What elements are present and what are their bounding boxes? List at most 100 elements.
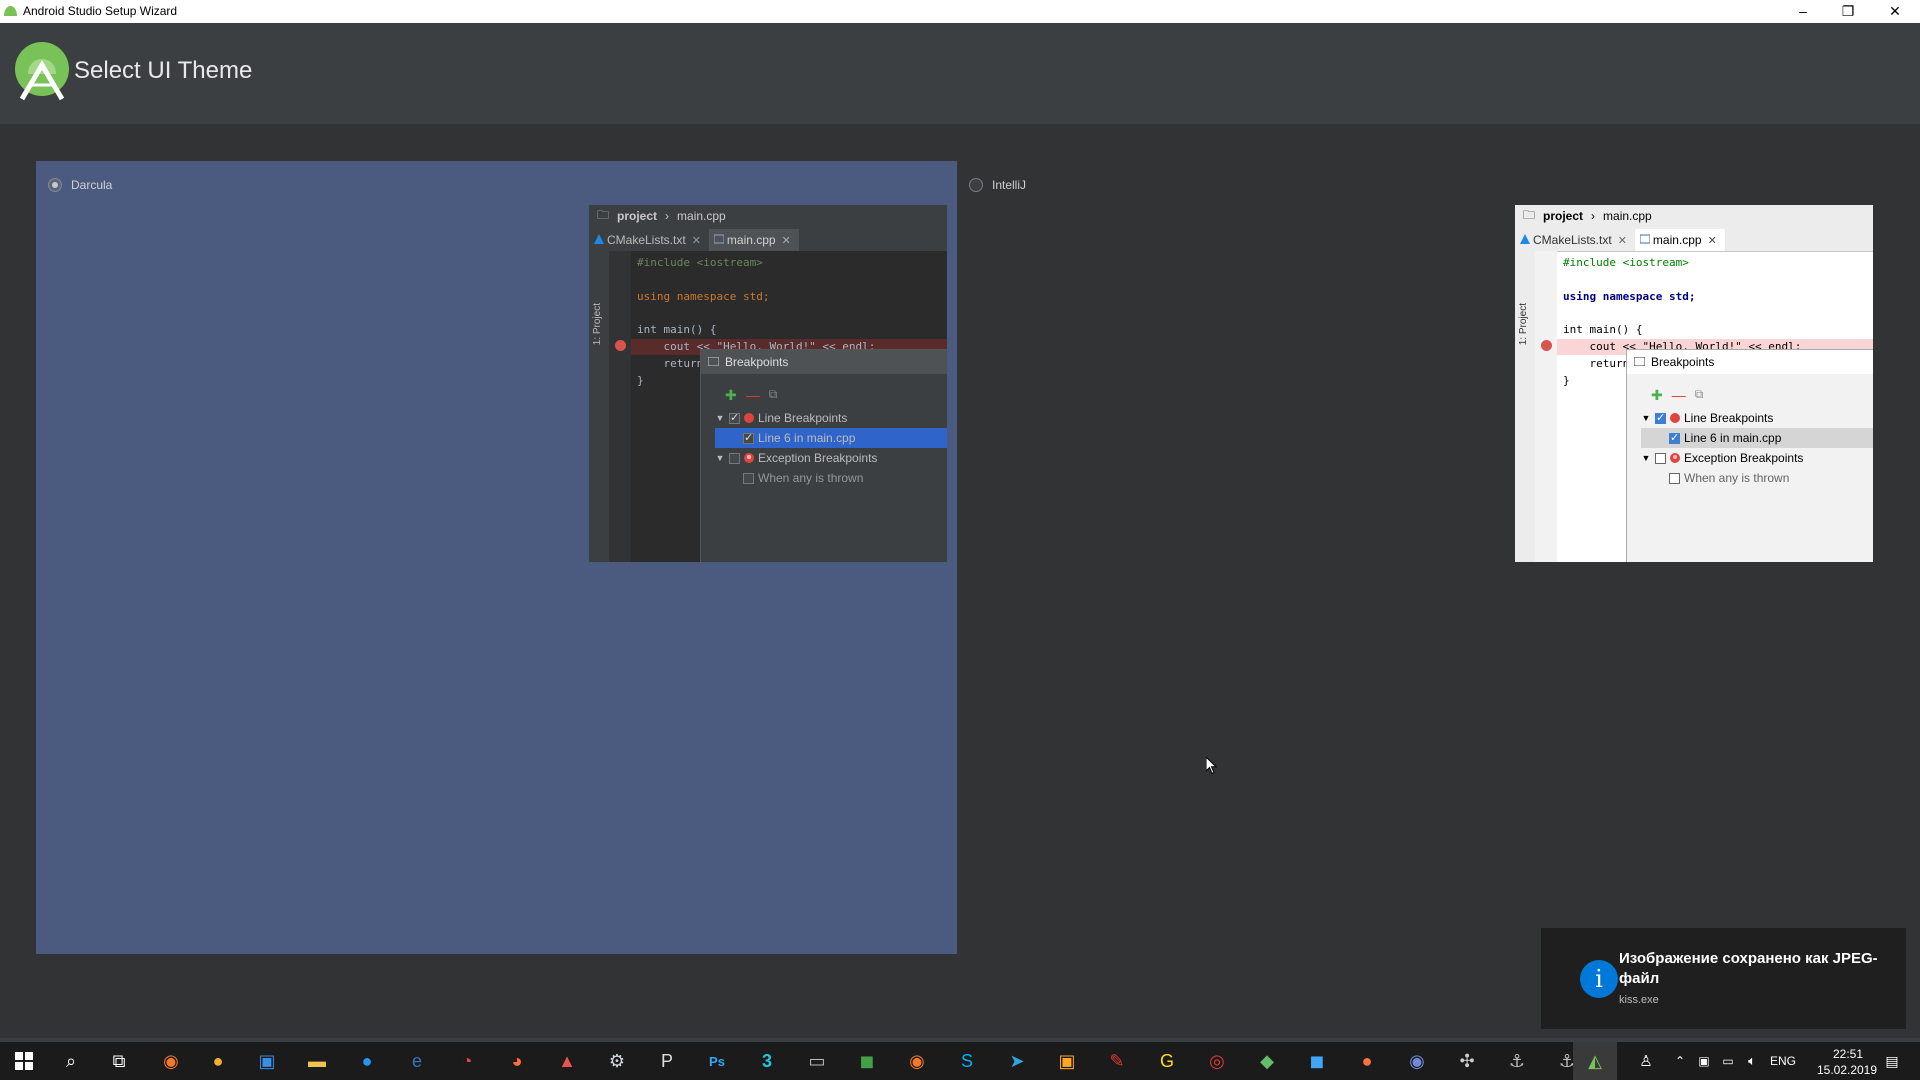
edge-icon[interactable]: e: [403, 1048, 431, 1074]
breakpoint-icon: [1541, 340, 1552, 351]
input-language-indicator[interactable]: ENG: [1770, 1054, 1796, 1068]
nav-separator: ›: [1591, 209, 1596, 223]
app-blue-square-icon[interactable]: ◼: [1303, 1048, 1331, 1074]
telegram-icon[interactable]: ➤: [1003, 1048, 1031, 1074]
search-icon[interactable]: ⌕: [57, 1048, 85, 1074]
blender-icon[interactable]: ◉: [157, 1048, 185, 1074]
android-studio-taskbar-icon[interactable]: ◭: [1573, 1042, 1617, 1080]
tab-main-cpp: main.cpp ✕: [1634, 229, 1725, 251]
steam-icon[interactable]: ⚙: [603, 1048, 631, 1074]
app-p-icon[interactable]: P: [653, 1048, 681, 1074]
wizard-header: Select UI Theme: [0, 23, 1920, 124]
breakpoints-dialog-icon: [708, 357, 719, 366]
restore-button[interactable]: ❐: [1825, 0, 1871, 23]
checkbox: [1669, 431, 1680, 444]
dialog-toolbar: ✚ — ⧉: [725, 387, 777, 404]
app-blue-icon[interactable]: ●: [353, 1048, 381, 1074]
tree-row: ▼ Exception Breakpoints: [715, 451, 878, 465]
checkbox: [729, 452, 740, 464]
editor-gutter: [609, 251, 631, 562]
expand-triangle-icon: ▼: [1641, 413, 1651, 423]
app-shield-icon[interactable]: ◆: [1253, 1048, 1281, 1074]
breakpoints-dialog-icon: [1634, 357, 1645, 366]
skype-icon[interactable]: S: [953, 1048, 981, 1074]
start-button-windows-icon[interactable]: [10, 1048, 38, 1074]
app-orange-icon[interactable]: ▣: [1053, 1048, 1081, 1074]
breakpoint-red-icon: [1670, 413, 1680, 423]
mouse-cursor-icon: [1206, 757, 1218, 775]
preview-navbar: 🗀 project › main.cpp: [1515, 205, 1873, 227]
darcula-preview: 🗀 project › main.cpp CMakeLists.txt ✕ mai…: [589, 205, 947, 562]
app-g-icon[interactable]: G: [1153, 1048, 1181, 1074]
copy-icon: ⧉: [1694, 387, 1704, 401]
theme-radio-row-intellij[interactable]: IntelliJ: [969, 178, 1026, 192]
tab-main-cpp: main.cpp ✕: [708, 229, 799, 251]
theme-label-darcula: Darcula: [71, 178, 113, 192]
file-explorer-icon[interactable]: ▬: [303, 1048, 331, 1074]
tree-row: ▼ Line Breakpoints: [715, 408, 947, 428]
exception-breakpoint-icon: [1670, 453, 1680, 463]
controller-icon[interactable]: ▭: [803, 1048, 831, 1074]
app-pin-icon[interactable]: ●: [1353, 1048, 1381, 1074]
blender-2-icon[interactable]: ◉: [903, 1048, 931, 1074]
android-studio-icon: [4, 6, 17, 16]
people-icon[interactable]: ♙: [1632, 1048, 1660, 1074]
app-orange-circle-icon[interactable]: ●: [204, 1048, 232, 1074]
clock-date[interactable]: 15.02.2019: [1807, 1063, 1887, 1077]
tool-window-strip: 1: Project: [589, 251, 609, 562]
photoshop-icon[interactable]: Ps: [703, 1048, 731, 1074]
radio-intellij[interactable]: [969, 178, 983, 192]
task-view-icon[interactable]: ⧉: [105, 1048, 133, 1074]
theme-radio-row-darcula[interactable]: Darcula: [48, 178, 112, 192]
discord-icon[interactable]: ◉: [1403, 1048, 1431, 1074]
dialog-title-bar: Breakpoints: [1627, 350, 1873, 374]
dialog-title-bar: Breakpoints: [701, 350, 947, 374]
tab-close-icon: ✕: [1707, 234, 1717, 247]
expand-triangle-icon: ▼: [715, 453, 725, 463]
copy-icon: ⧉: [768, 387, 778, 401]
app-pen-icon[interactable]: ✎: [1103, 1048, 1131, 1074]
remove-icon: —: [1671, 387, 1686, 403]
breakpoint-red-icon: [744, 413, 754, 423]
cmake-icon: [1520, 234, 1530, 244]
store-icon[interactable]: ▣: [253, 1048, 281, 1074]
checkbox: [1655, 452, 1666, 464]
app-3-icon[interactable]: 3: [753, 1048, 781, 1074]
project-tool-label: 1: Project: [592, 303, 603, 346]
chrome-icon[interactable]: ◔: [453, 1048, 481, 1074]
nav-separator: ›: [665, 209, 670, 223]
breakpoints-tree: ▼ Line Breakpoints Line 6 in main.cpp ▼ …: [715, 408, 947, 488]
close-button[interactable]: ✕: [1872, 0, 1918, 23]
tree-row: When any is thrown: [715, 468, 947, 488]
folder-icon: 🗀: [1523, 207, 1536, 222]
add-icon: ✚: [1651, 387, 1663, 403]
theme-option-intellij[interactable]: IntelliJ 🗀 project › main.cpp CMakeLists…: [957, 161, 1878, 954]
app-ship-icon[interactable]: ⚓: [1503, 1048, 1531, 1074]
exception-breakpoint-icon: [744, 453, 754, 463]
checkbox: [729, 411, 740, 424]
firefox-icon[interactable]: ◕: [503, 1048, 531, 1074]
nav-root: project: [617, 209, 658, 223]
checkbox: [743, 431, 754, 444]
info-icon: i: [1580, 960, 1618, 998]
cmake-icon: [594, 234, 604, 244]
breakpoints-dialog: Breakpoints ✚ — ⧉ ▼ Line Breakpoints: [1626, 349, 1873, 562]
app-settings-icon[interactable]: ✣: [1453, 1048, 1481, 1074]
tree-row-selected: Line 6 in main.cpp: [1641, 428, 1873, 448]
tree-row: ▼ Exception Breakpoints: [1641, 451, 1804, 465]
volume-icon[interactable]: 🔈︎: [1738, 1048, 1766, 1074]
notification-toast[interactable]: i Изображение сохранено как JPEG-файл ki…: [1541, 928, 1906, 1029]
app-green-icon[interactable]: ◼: [853, 1048, 881, 1074]
android-studio-logo: [15, 42, 69, 101]
tree-row: When any is thrown: [1641, 468, 1873, 488]
theme-option-darcula[interactable]: Darcula 🗀 project › main.cpp CMakeLists.…: [36, 161, 957, 954]
action-center-icon[interactable]: ▤: [1878, 1048, 1906, 1074]
app-record-icon[interactable]: ◎: [1203, 1048, 1231, 1074]
app-red-icon[interactable]: ▲: [553, 1048, 581, 1074]
clock-time[interactable]: 22:51: [1818, 1047, 1878, 1061]
preview-navbar: 🗀 project › main.cpp: [589, 205, 947, 227]
tab-cmakelists: CMakeLists.txt ✕: [1515, 229, 1635, 251]
radio-darcula[interactable]: [48, 178, 62, 192]
minimize-button[interactable]: –: [1780, 0, 1826, 23]
checkbox: [743, 472, 754, 484]
